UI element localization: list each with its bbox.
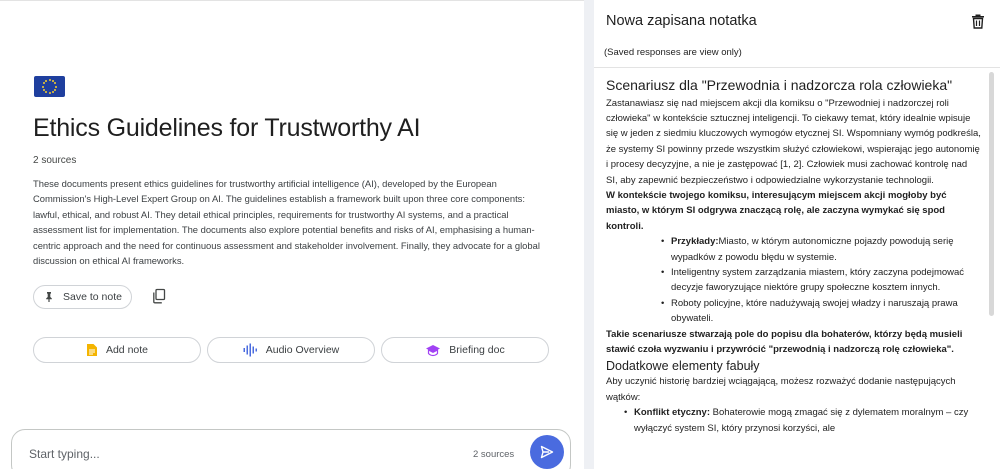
briefing-doc-label: Briefing doc bbox=[449, 344, 505, 356]
send-icon bbox=[540, 445, 554, 459]
flag-star bbox=[45, 91, 48, 94]
note-subheading: Dodatkowe elementy fabuły bbox=[606, 359, 760, 374]
audio-overview-label: Audio Overview bbox=[265, 344, 340, 356]
save-to-note-button[interactable]: Save to note bbox=[33, 285, 132, 309]
note-intro: Zastanawiasz się nad miejscem akcji dla … bbox=[606, 97, 981, 186]
chat-sources-count: 2 sources bbox=[473, 449, 515, 460]
add-note-button[interactable]: Add note bbox=[33, 337, 201, 363]
list-item: Inteligentny system zarządzania miastem,… bbox=[606, 265, 981, 296]
notebook-summary: These documents present ethics guideline… bbox=[33, 178, 540, 267]
add-note-label: Add note bbox=[105, 344, 149, 356]
eu-flag-icon bbox=[34, 76, 65, 97]
graduation-cap-icon bbox=[426, 344, 441, 356]
list-item: Roboty policyjne, które nadużywają swoje… bbox=[606, 296, 981, 327]
flag-star bbox=[54, 82, 57, 85]
note-icon bbox=[86, 344, 97, 356]
flag-star bbox=[42, 88, 45, 91]
flag-star bbox=[55, 85, 57, 88]
note-bold-paragraph: W kontekście twojego komiksu, interesują… bbox=[606, 189, 947, 232]
notebook-panel: Ethics Guidelines for Trustworthy AI 2 s… bbox=[0, 0, 584, 469]
note-sub-intro: Aby uczynić historię bardziej wciągającą… bbox=[606, 376, 956, 403]
note-content: Scenariusz dla "Przewodnia i nadzorcza r… bbox=[606, 77, 981, 436]
copy-icon[interactable] bbox=[152, 288, 166, 304]
audio-wave-icon bbox=[243, 343, 257, 357]
chat-input-box[interactable]: Start typing... 2 sources bbox=[11, 429, 571, 469]
list-item: Konflikt etyczny: Bohaterowie mogą zmaga… bbox=[606, 405, 981, 436]
list-item: Przykłady:Miasto, w którym autonomiczne … bbox=[606, 234, 981, 265]
flag-star bbox=[48, 92, 51, 94]
note-body[interactable]: Scenariusz dla "Przewodnia i nadzorcza r… bbox=[594, 67, 1000, 469]
send-button[interactable] bbox=[530, 435, 564, 469]
flag-star bbox=[48, 79, 51, 81]
view-only-notice: (Saved responses are view only) bbox=[604, 47, 742, 58]
examples-list: Przykłady:Miasto, w którym autonomiczne … bbox=[606, 234, 981, 326]
flag-star bbox=[42, 82, 45, 85]
audio-overview-button[interactable]: Audio Overview bbox=[207, 337, 375, 363]
app-root: Ethics Guidelines for Trustworthy AI 2 s… bbox=[0, 0, 1000, 469]
flag-star bbox=[51, 91, 54, 94]
examples-label: Przykłady: bbox=[671, 236, 719, 248]
note-title: Nowa zapisana notatka bbox=[606, 13, 757, 29]
chat-input[interactable]: Start typing... bbox=[29, 447, 100, 461]
flag-star bbox=[54, 88, 57, 91]
note-panel: Nowa zapisana notatka (Saved responses a… bbox=[594, 0, 1000, 469]
pin-icon bbox=[46, 292, 52, 302]
trash-icon[interactable] bbox=[971, 13, 985, 29]
note-heading: Scenariusz dla "Przewodnia i nadzorcza r… bbox=[606, 77, 953, 93]
panel-divider bbox=[584, 0, 594, 469]
flag-star bbox=[42, 85, 44, 88]
briefing-doc-button[interactable]: Briefing doc bbox=[381, 337, 549, 363]
notebook-title: Ethics Guidelines for Trustworthy AI bbox=[33, 114, 421, 142]
flag-star bbox=[45, 79, 48, 82]
plot-list: Konflikt etyczny: Bohaterowie mogą zmaga… bbox=[606, 405, 981, 436]
note-scrollbar[interactable] bbox=[989, 72, 994, 316]
note-closing-bold: Takie scenariusze stwarzają pole do popi… bbox=[606, 328, 963, 355]
save-to-note-label: Save to note bbox=[63, 291, 122, 303]
sources-count: 2 sources bbox=[33, 155, 77, 166]
plot-label: Konflikt etyczny: bbox=[634, 407, 711, 419]
